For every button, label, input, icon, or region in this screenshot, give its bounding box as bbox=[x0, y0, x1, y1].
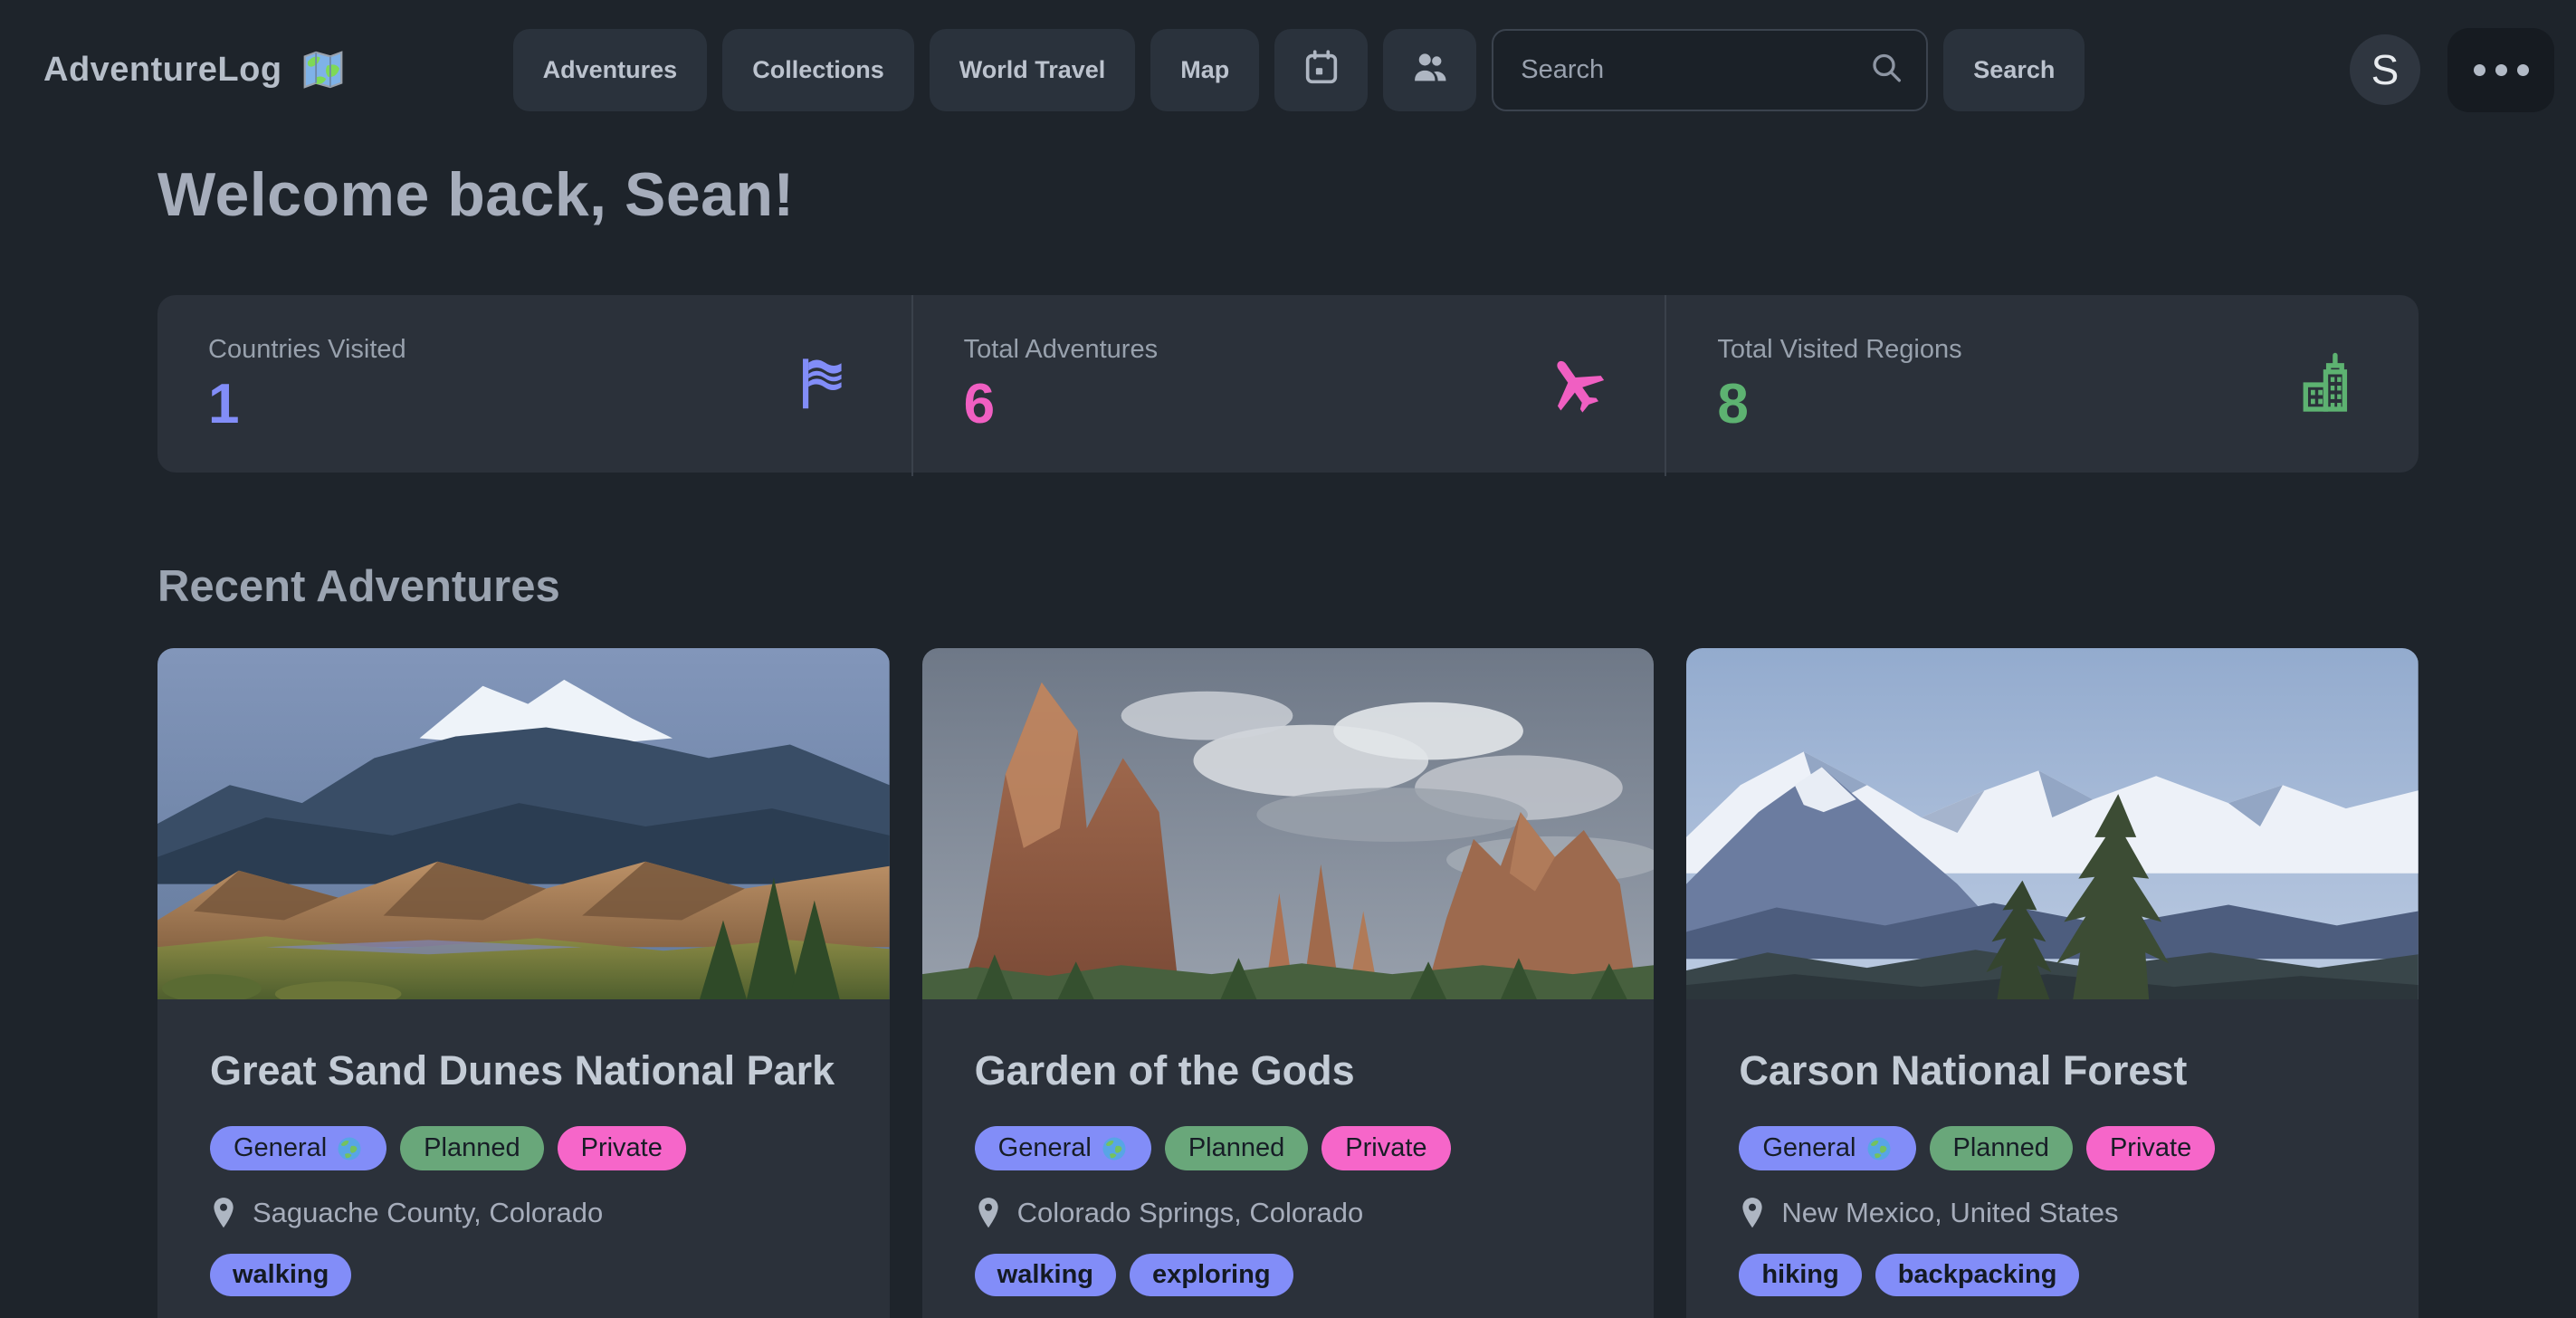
location-text: Colorado Springs, Colorado bbox=[1017, 1197, 1364, 1229]
globe-icon bbox=[336, 1135, 363, 1162]
page-title: Welcome back, Sean! bbox=[157, 159, 2419, 230]
badge-row: General Planned Private bbox=[975, 1126, 1602, 1170]
plane-icon bbox=[1540, 349, 1608, 423]
map-pin-icon bbox=[975, 1196, 1002, 1230]
adventure-card-great-sand-dunes[interactable]: Great Sand Dunes National Park General P… bbox=[157, 648, 890, 1318]
badge-general: General bbox=[1739, 1126, 1915, 1170]
stat-countries-visited: Countries Visited 1 bbox=[157, 295, 911, 476]
navbar-right: S bbox=[2085, 28, 2554, 112]
users-icon bbox=[1409, 46, 1451, 94]
tag-row: walking bbox=[210, 1254, 837, 1296]
tag-row: walking exploring bbox=[975, 1254, 1602, 1296]
more-menu-button[interactable] bbox=[2447, 28, 2554, 112]
globe-icon bbox=[1865, 1135, 1893, 1162]
badge-general: General bbox=[975, 1126, 1151, 1170]
stat-label: Countries Visited bbox=[208, 335, 861, 365]
badge-private: Private bbox=[2086, 1126, 2215, 1170]
map-pin-icon bbox=[210, 1196, 237, 1230]
nav-item-map[interactable]: Map bbox=[1150, 29, 1259, 111]
calendar-button[interactable] bbox=[1274, 29, 1368, 111]
adventure-card-carson-national-forest[interactable]: Carson National Forest General Planned P… bbox=[1686, 648, 2419, 1318]
stat-value: 8 bbox=[1717, 372, 2368, 436]
adventure-cards: Great Sand Dunes National Park General P… bbox=[157, 648, 2419, 1318]
section-heading: Recent Adventures bbox=[157, 561, 2419, 612]
nav-item-world-travel[interactable]: World Travel bbox=[930, 29, 1136, 111]
tag: walking bbox=[975, 1254, 1116, 1296]
avatar[interactable]: S bbox=[2350, 34, 2420, 105]
badge-planned: Planned bbox=[1165, 1126, 1308, 1170]
location-row: Saguache County, Colorado bbox=[210, 1196, 837, 1230]
city-icon bbox=[2294, 349, 2362, 423]
nav-item-adventures[interactable]: Adventures bbox=[513, 29, 708, 111]
tag: backpacking bbox=[1875, 1254, 2080, 1296]
stat-label: Total Visited Regions bbox=[1717, 335, 2368, 365]
adventure-photo-carson bbox=[1686, 648, 2419, 999]
search-input[interactable] bbox=[1492, 29, 1928, 111]
map-emoji-icon bbox=[299, 45, 348, 94]
app-title: AdventureLog bbox=[43, 51, 282, 90]
badge-planned: Planned bbox=[400, 1126, 543, 1170]
main-content: Welcome back, Sean! Countries Visited 1 … bbox=[157, 159, 2419, 1318]
adventure-photo-dunes bbox=[157, 648, 890, 999]
tag: hiking bbox=[1739, 1254, 1861, 1296]
adventure-card-garden-of-the-gods[interactable]: Garden of the Gods General Planned Priva… bbox=[922, 648, 1655, 1318]
stat-total-visited-regions: Total Visited Regions 8 bbox=[1665, 295, 2419, 476]
location-text: New Mexico, United States bbox=[1781, 1197, 2118, 1229]
card-body: Carson National Forest General Planned P… bbox=[1686, 999, 2419, 1296]
tag: exploring bbox=[1130, 1254, 1293, 1296]
badge-row: General Planned Private bbox=[210, 1126, 837, 1170]
search-field-wrap bbox=[1492, 29, 1928, 111]
stat-value: 1 bbox=[208, 372, 861, 436]
stat-label: Total Adventures bbox=[964, 335, 1615, 365]
nav-item-collections[interactable]: Collections bbox=[722, 29, 914, 111]
flag-icon bbox=[788, 350, 855, 422]
nav-menu: Adventures Collections World Travel Map bbox=[513, 29, 2085, 111]
search-icon bbox=[1868, 50, 1904, 91]
logo: AdventureLog bbox=[43, 45, 513, 94]
adventure-photo-garden bbox=[922, 648, 1655, 999]
stat-value: 6 bbox=[964, 372, 1615, 436]
tag: walking bbox=[210, 1254, 351, 1296]
badge-private: Private bbox=[558, 1126, 686, 1170]
navbar: AdventureLog Adventures Collections Worl… bbox=[0, 0, 2576, 139]
stat-total-adventures: Total Adventures 6 bbox=[911, 295, 1665, 476]
location-row: New Mexico, United States bbox=[1739, 1196, 2366, 1230]
globe-icon bbox=[1101, 1135, 1128, 1162]
adventure-title: Carson National Forest bbox=[1739, 1043, 2366, 1099]
stats-panel: Countries Visited 1 Total Adventures 6 bbox=[157, 295, 2419, 473]
tag-row: hiking backpacking bbox=[1739, 1254, 2366, 1296]
adventure-title: Garden of the Gods bbox=[975, 1043, 1602, 1099]
location-text: Saguache County, Colorado bbox=[253, 1197, 603, 1229]
location-row: Colorado Springs, Colorado bbox=[975, 1196, 1602, 1230]
badge-private: Private bbox=[1321, 1126, 1450, 1170]
card-body: Garden of the Gods General Planned Priva… bbox=[922, 999, 1655, 1296]
card-body: Great Sand Dunes National Park General P… bbox=[157, 999, 890, 1296]
badge-planned: Planned bbox=[1930, 1126, 2073, 1170]
adventure-title: Great Sand Dunes National Park bbox=[210, 1043, 837, 1099]
ellipsis-icon bbox=[2474, 64, 2529, 76]
badge-row: General Planned Private bbox=[1739, 1126, 2366, 1170]
map-pin-icon bbox=[1739, 1196, 1766, 1230]
badge-general: General bbox=[210, 1126, 386, 1170]
calendar-icon bbox=[1301, 46, 1342, 94]
users-button[interactable] bbox=[1383, 29, 1476, 111]
search-button[interactable]: Search bbox=[1943, 29, 2085, 111]
